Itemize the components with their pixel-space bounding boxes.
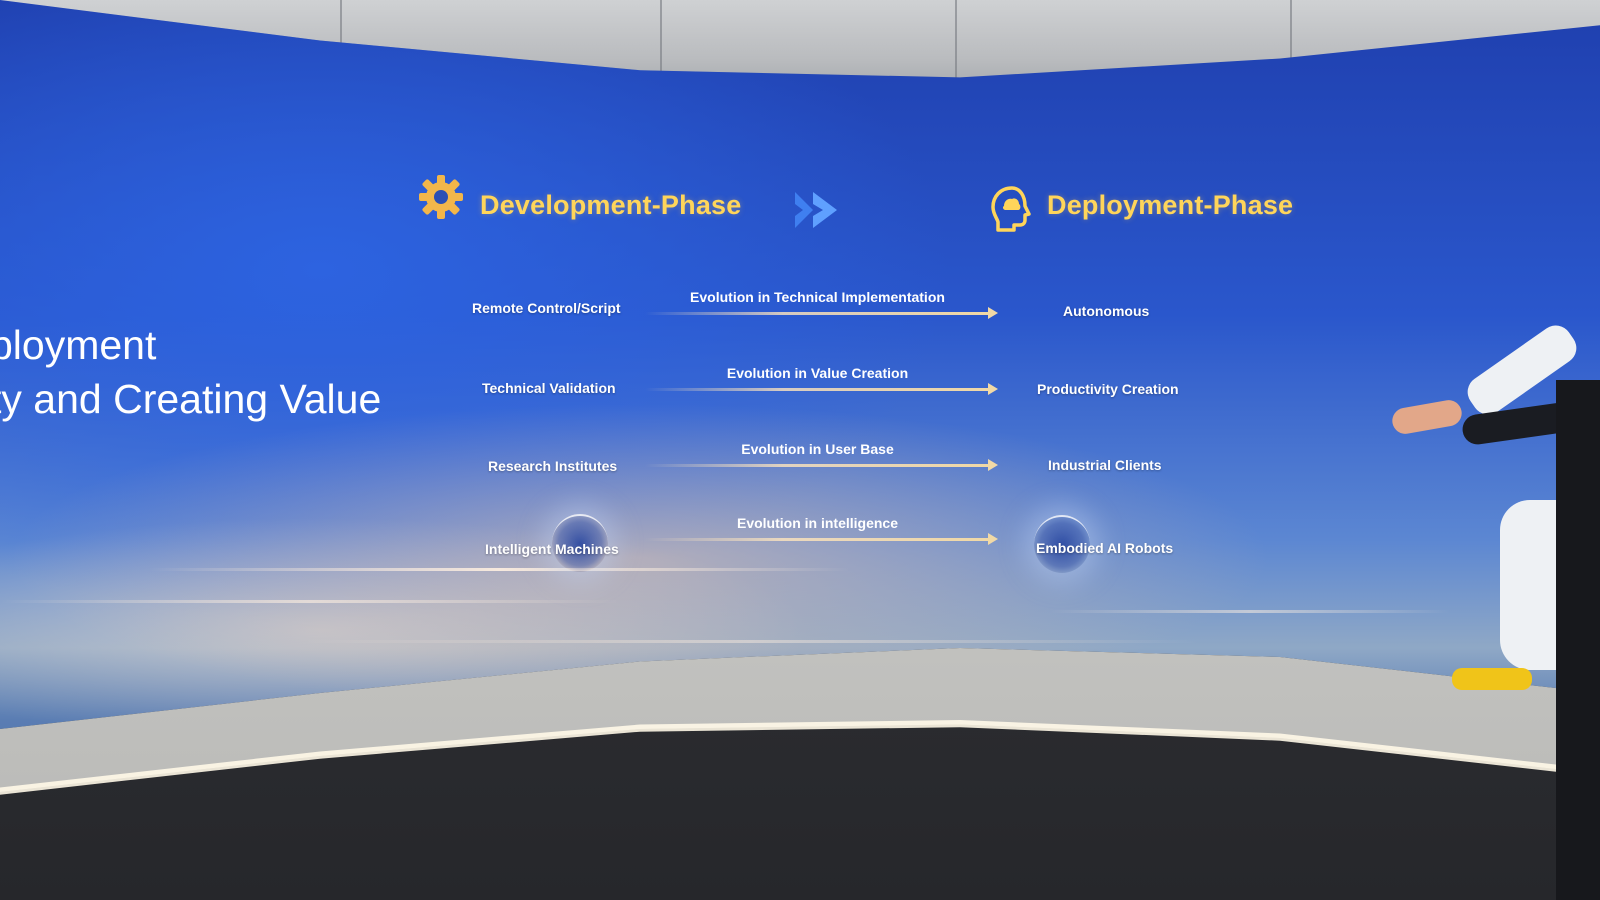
arrow-head bbox=[988, 533, 998, 545]
arrow-line bbox=[645, 388, 990, 391]
light-streak bbox=[1050, 610, 1450, 613]
arrow-line bbox=[645, 538, 990, 541]
to-label-productivity-creation: Productivity Creation bbox=[1037, 381, 1179, 397]
arrow-line bbox=[645, 464, 990, 467]
evolution-arrow: Evolution in Technical Implementation bbox=[645, 284, 1000, 324]
evolution-label: Evolution in Technical Implementation bbox=[690, 289, 945, 305]
arrow-head bbox=[988, 459, 998, 471]
headline-line-2: ty and Creating Value bbox=[0, 376, 382, 422]
light-streak bbox=[0, 600, 620, 603]
to-label-autonomous: Autonomous bbox=[1063, 303, 1150, 319]
headline-line-1: ployment bbox=[0, 322, 157, 368]
gear-icon bbox=[416, 172, 466, 227]
evolution-arrow: Evolution in Value Creation bbox=[645, 360, 1000, 400]
evolution-label: Evolution in intelligence bbox=[736, 515, 898, 531]
evolution-label: Evolution in Value Creation bbox=[726, 365, 909, 381]
from-label-remote-control: Remote Control/Script bbox=[472, 300, 621, 316]
to-label-embodied-ai-robots: Embodied AI Robots bbox=[1036, 540, 1174, 556]
from-label-intelligent-machines: Intelligent Machines bbox=[485, 541, 619, 557]
evolution-arrow: Evolution in User Base bbox=[645, 436, 1000, 476]
to-label-industrial-clients: Industrial Clients bbox=[1048, 457, 1162, 473]
arrow-line bbox=[645, 312, 990, 315]
arrow-head bbox=[988, 307, 998, 319]
robot-base bbox=[1452, 668, 1532, 690]
from-label-technical-validation: Technical Validation bbox=[482, 380, 616, 396]
development-phase-title: Development-Phase bbox=[480, 190, 742, 220]
head-icon bbox=[988, 184, 1036, 239]
light-streak bbox=[150, 568, 850, 571]
light-streak bbox=[300, 640, 1200, 643]
deployment-phase-title: Deployment-Phase bbox=[1047, 190, 1294, 220]
arrow-head bbox=[988, 383, 998, 395]
ceiling-seam bbox=[955, 0, 957, 90]
presenter-body bbox=[1556, 380, 1600, 900]
from-label-research-institutes: Research Institutes bbox=[488, 458, 618, 474]
evolution-arrow: Evolution in intelligence bbox=[645, 510, 1000, 550]
double-chevron-right-icon bbox=[793, 190, 845, 235]
evolution-label: Evolution in User Base bbox=[741, 441, 894, 457]
